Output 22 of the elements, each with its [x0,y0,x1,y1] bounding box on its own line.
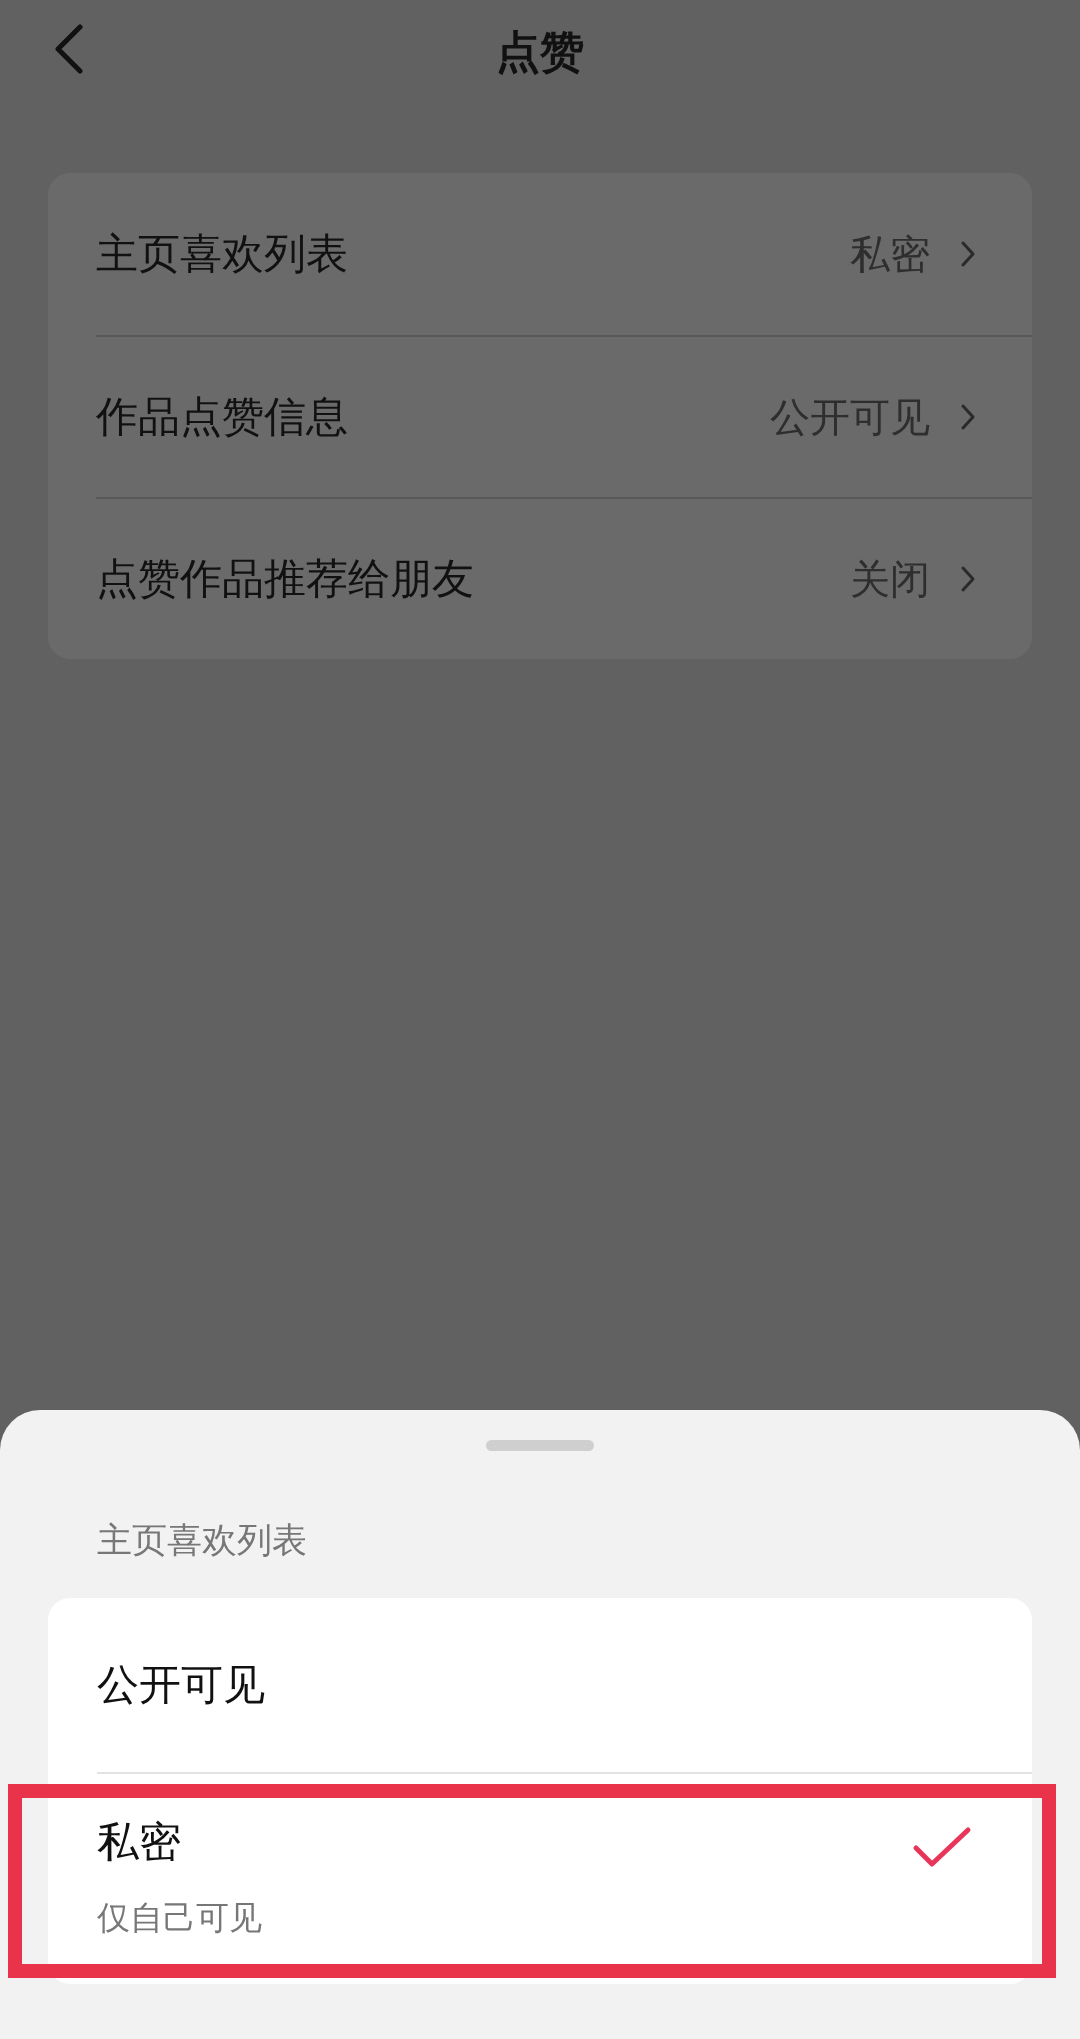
chevron-icon [960,240,976,268]
setting-value: 关闭 [850,554,930,604]
settings-row[interactable]: 点赞作品推荐给朋友 关闭 [96,497,1032,659]
settings-row[interactable]: 作品点赞信息 公开可见 [96,335,1032,497]
setting-value: 公开可见 [770,392,930,442]
drag-handle[interactable] [486,1440,594,1451]
setting-value: 私密 [850,229,930,279]
settings-row[interactable]: 主页喜欢列表 私密 [48,173,1032,335]
option-label: 公开可见 [97,1659,266,1711]
chevron-icon [960,565,976,593]
setting-label: 点赞作品推荐给朋友 [96,553,475,605]
page-title: 点赞 [496,24,584,79]
back-icon [54,24,84,74]
chevron-icon [960,403,976,431]
check-icon [912,1826,972,1870]
option-description: 仅自己可见 [97,1897,263,1939]
option-label: 私密 [97,1816,182,1868]
option-row[interactable]: 公开可见 [48,1598,1032,1772]
sheet-title: 主页喜欢列表 [97,1519,308,1562]
setting-label: 主页喜欢列表 [96,228,349,280]
option-row[interactable]: 私密 仅自己可见 [97,1772,1032,1984]
setting-label: 作品点赞信息 [96,391,349,443]
